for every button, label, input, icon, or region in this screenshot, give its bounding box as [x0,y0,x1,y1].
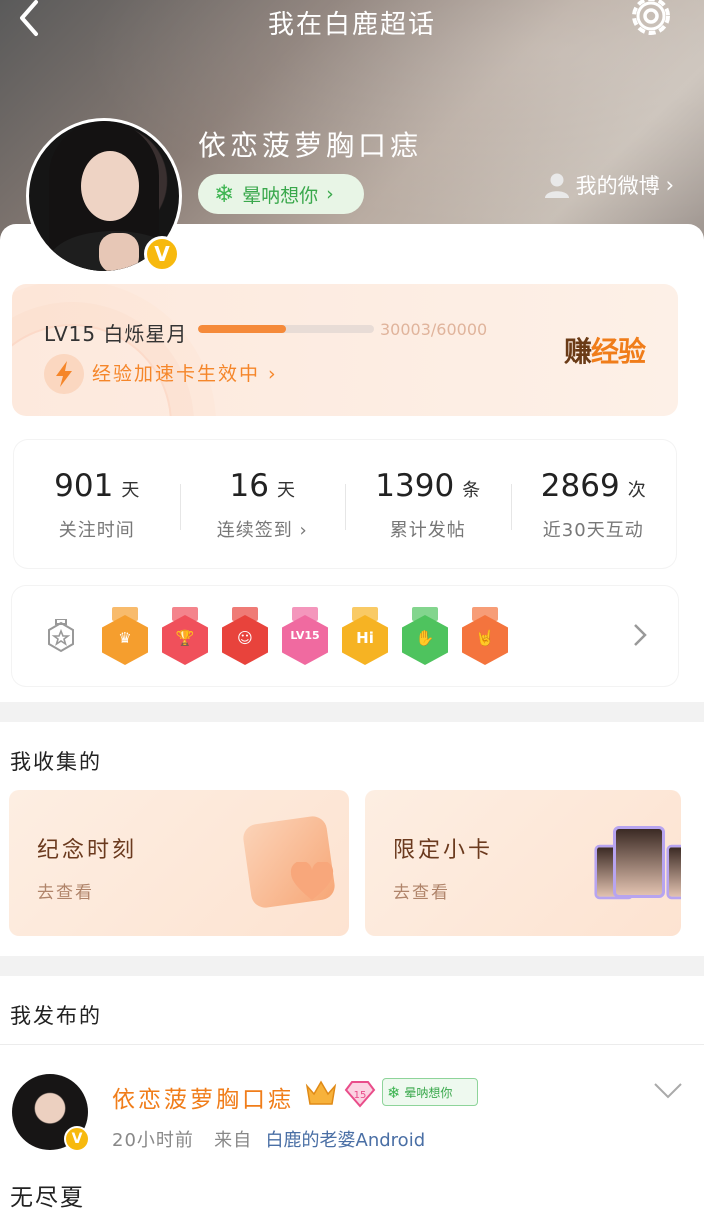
level-progress-text: 30003/60000 [380,320,488,339]
stats-row: 901 天 关注时间 16 天 连续签到 › 1390 条 累计发帖 2869 次 近3… [14,440,676,568]
level-card[interactable]: LV15 白烁星月 30003/60000 经验加速卡生效中 › 赚经验 [12,284,678,416]
verified-badge-icon: V [144,236,180,272]
lightning-icon [44,354,84,394]
lv15-medal[interactable]: LV15 [282,607,328,665]
group-chip-label: 晕呐想你 [242,184,319,207]
chevron-right-icon: › [665,173,674,197]
hi-medal[interactable]: Hi [342,607,388,665]
medal-outline-icon [48,619,74,653]
earn-exp-button[interactable]: 赚经验 [564,330,646,370]
medal-list: ♛ 🏆 ☺ LV15 Hi ✋ 🤘 [102,607,522,665]
chevron-right-icon: › [326,183,334,205]
boost-status[interactable]: 经验加速卡生效中 › [92,359,278,386]
chevron-down-icon[interactable] [652,1080,684,1102]
person-icon [544,173,569,198]
post-source-link[interactable]: 白鹿的老婆Android [266,1130,426,1151]
hand-medal[interactable]: ✋ [402,607,448,665]
settings-gear-icon[interactable] [626,0,676,42]
photo-card-thumbnail [666,844,681,900]
heart-icon [290,862,334,900]
profile-username: 依恋菠萝胸口痣 [198,129,423,162]
posts-title: 我发布的 [10,1004,102,1028]
collections-title: 我收集的 [10,750,102,774]
stat-checkin-days[interactable]: 16 天 连续签到 › [179,440,346,568]
snowflake-icon: ❄ [214,180,235,208]
stat-interactions: 2869 次 近30天互动 [510,440,677,568]
stat-posts: 1390 条 累计发帖 [345,440,511,568]
verified-badge-icon: V [64,1126,90,1152]
limited-cards-card[interactable]: 限定小卡 去查看 [365,790,681,936]
chevron-right-icon[interactable] [632,622,648,648]
level-progress-bar [198,325,374,333]
stat-follow-days: 901 天 关注时间 [54,468,140,541]
post-group-chip[interactable]: ❄ 晕呐想你 [382,1078,478,1106]
my-weibo-label: 我的微博 [575,174,660,198]
level-badge-icon: 15 [344,1081,376,1108]
level-progress-fill [198,325,286,333]
collections-section: 我收集的 纪念时刻 去查看 限定小卡 去查看 [0,722,704,956]
crown-badge-icon [305,1080,337,1105]
post-meta: 20小时前 来自 白鹿的老婆Android [112,1130,426,1151]
crown-medal[interactable]: ♛ [102,607,148,665]
mascot-medal[interactable]: ☺ [222,607,268,665]
my-weibo-link[interactable]: 我的微博 › [544,170,674,200]
post-text: 无尽夏 [10,1185,85,1211]
group-chip[interactable]: ❄ 晕呐想你 › [198,174,364,214]
svg-text:15: 15 [354,1090,367,1101]
level-label: LV15 白烁星月 [44,322,188,346]
photo-card-thumbnail [613,826,665,898]
post-author-name[interactable]: 依恋菠萝胸口痣 [112,1080,294,1114]
rock-medal[interactable]: 🤘 [462,607,508,665]
memorial-moments-card[interactable]: 纪念时刻 去查看 [9,790,349,936]
posts-section: 我发布的 V 依恋菠萝胸口痣 15 ❄ 晕呐想你 20小时前 来自 白鹿的老婆A… [0,976,704,1222]
trophy-medal[interactable]: 🏆 [162,607,208,665]
page-title: 我在白鹿超话 [267,10,436,40]
medal-row[interactable]: ♛ 🏆 ☺ LV15 Hi ✋ 🤘 [12,586,678,686]
snowflake-icon: ❄ [387,1082,401,1102]
